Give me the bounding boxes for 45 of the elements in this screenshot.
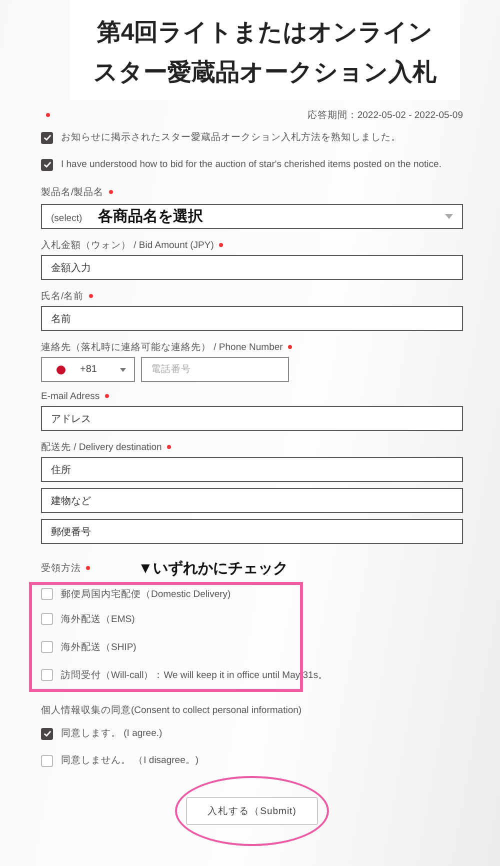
flag-icon	[56, 364, 66, 374]
field-label: 入札金額（ウォン） / Bid Amount (JPY)	[41, 238, 214, 252]
product-select[interactable]: (select) 各商品名を選択	[41, 204, 463, 229]
select-value: (select)	[51, 213, 82, 224]
field-label: 個人情報収集の同意(Consent to collect personal information)	[41, 704, 302, 716]
input-field[interactable]: 郵便番号	[41, 519, 463, 544]
checkbox[interactable]	[41, 132, 53, 144]
input-field[interactable]: 建物など	[41, 488, 463, 513]
check-icon	[42, 133, 52, 142]
page-title: 第4回ライトまたはオンライン	[96, 18, 434, 48]
submit-button[interactable]: 入札する（Submit)	[186, 797, 318, 825]
checkbox[interactable]	[41, 588, 53, 600]
checkbox[interactable]	[41, 641, 53, 653]
field-label: 製品名/製品名	[41, 186, 104, 198]
country-select[interactable]: +81	[41, 357, 135, 382]
input-field[interactable]: アドレス	[41, 406, 463, 431]
checkbox-label: 同意します。 (I agree.)	[61, 727, 162, 740]
checkbox-label: 訪問受付（Will-call）：We will keep it in office until May 31s。	[61, 668, 328, 682]
caret-icon	[120, 368, 126, 372]
field-label: 受領方法	[41, 562, 81, 574]
field-label: 配送先 / Delivery destination	[41, 440, 162, 454]
check-icon	[42, 160, 52, 169]
check-icon	[42, 729, 52, 738]
checkbox-label: 海外配送（SHIP)	[61, 640, 136, 654]
input-field[interactable]: 名前	[41, 306, 463, 331]
field-label: E-mail Adress	[41, 390, 100, 402]
checkbox[interactable]	[41, 754, 53, 766]
checkbox-label: 同意しません。 （I disagree。)	[61, 754, 199, 767]
checkbox[interactable]	[41, 669, 53, 681]
caret-icon	[445, 214, 453, 219]
page-title: スター愛蔵品オークション入札	[94, 58, 436, 88]
annotation-text: 各商品名を選択	[98, 208, 204, 225]
checkbox-label: I have understood how to bid for the auction of star's cherished items posted on the notice.	[61, 159, 442, 170]
checkbox[interactable]	[41, 158, 53, 170]
checkbox[interactable]	[41, 613, 53, 625]
field-label: 氏名/名前	[41, 290, 84, 302]
checkbox-label: 海外配送（EMS)	[61, 612, 135, 626]
input-field[interactable]: 住所	[41, 457, 463, 482]
input-field[interactable]: 金額入力	[41, 255, 463, 280]
response-period: 応答期間：2022-05-02 - 2022-05-09	[307, 108, 463, 122]
checkbox-label: 郵便局国内宅配便（Domestic Delivery)	[61, 588, 231, 600]
checkbox[interactable]	[41, 728, 53, 740]
checkbox-label: お知らせに掲示されたスター愛蔵品オークション入札方法を熟知しました。	[61, 131, 401, 144]
annotation-text: ▼いずれかにチェック	[138, 558, 288, 578]
field-label: 連絡先（落札時に連絡可能な連絡先） / Phone Number	[41, 340, 283, 354]
